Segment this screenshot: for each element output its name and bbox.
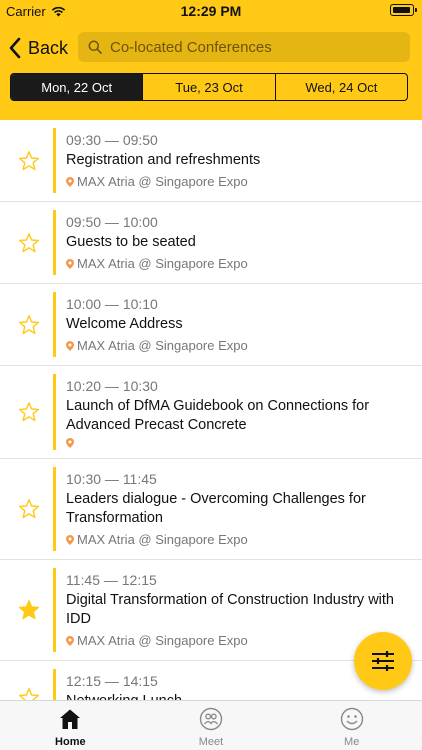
session-location xyxy=(66,438,406,448)
session-item[interactable]: 10:30 — 11:45 Leaders dialogue - Overcomi… xyxy=(0,459,422,560)
tab-meet[interactable]: Meet xyxy=(141,701,282,750)
search-input[interactable] xyxy=(110,38,400,56)
location-pin-icon xyxy=(66,535,74,545)
tab-me-label: Me xyxy=(344,736,360,748)
session-title: Digital Transformation of Construction I… xyxy=(66,592,394,627)
me-icon xyxy=(340,707,363,731)
session-time: 11:45 — 12:15 xyxy=(66,572,157,588)
tab-day-2[interactable]: Tue, 23 Oct xyxy=(142,74,274,100)
tab-day-3[interactable]: Wed, 24 Oct xyxy=(274,74,407,100)
session-body: 09:50 — 10:00 Guests to be seated MAX Atri… xyxy=(0,202,422,283)
session-time: 10:00 — 10:10 xyxy=(66,296,158,312)
location-pin-icon xyxy=(66,438,74,448)
session-title: Welcome Address xyxy=(66,316,183,332)
session-location-label: MAX Atria @ Singapore Expo xyxy=(77,532,248,547)
location-pin-icon xyxy=(66,636,74,646)
tab-day-1[interactable]: Mon, 22 Oct xyxy=(11,74,143,100)
star-outline-icon[interactable] xyxy=(18,687,40,701)
bottom-tab-bar: Home Meet Me xyxy=(0,700,422,750)
tab-meet-label: Meet xyxy=(198,736,224,748)
status-bar: Carrier 12:29 PM xyxy=(0,0,422,22)
filter-sliders-icon xyxy=(372,651,394,671)
star-outline-icon[interactable] xyxy=(18,498,40,520)
session-title: Launch of DfMA Guidebook on Connections … xyxy=(66,398,370,433)
back-button[interactable]: Back xyxy=(8,33,68,63)
session-accent-bar xyxy=(53,669,56,700)
session-body: 10:00 — 10:10 Welcome Address MAX Atria @ … xyxy=(0,284,422,365)
session-title: Guests to be seated xyxy=(66,234,196,250)
location-pin-icon xyxy=(66,177,74,187)
session-body: 10:30 — 11:45 Leaders dialogue - Overcomi… xyxy=(0,459,422,559)
session-title: Networking Lunch xyxy=(66,692,406,700)
star-filled-icon[interactable] xyxy=(18,599,40,621)
session-location: MAX Atria @ Singapore Expo xyxy=(66,255,406,273)
session-accent-bar xyxy=(53,568,56,652)
session-item[interactable]: 10:20 — 10:30 Launch of DfMA Guidebook on… xyxy=(0,366,422,459)
session-location-label: MAX Atria @ Singapore Expo xyxy=(77,174,248,189)
session-location: MAX Atria @ Singapore Expo xyxy=(66,337,406,355)
tab-home[interactable]: Home xyxy=(0,701,141,750)
status-time: 12:29 PM xyxy=(180,3,242,19)
session-location: MAX Atria @ Singapore Expo xyxy=(66,531,406,549)
tab-home-label: Home xyxy=(55,736,86,748)
star-outline-icon[interactable] xyxy=(18,232,40,254)
session-location: MAX Atria @ Singapore Expo xyxy=(66,173,406,191)
session-body: 10:20 — 10:30 Launch of DfMA Guidebook on… xyxy=(0,366,422,458)
session-time: 10:30 — 11:45 xyxy=(66,471,157,487)
battery-icon xyxy=(390,4,417,16)
session-body: 09:30 — 09:50 Registration and refreshmen… xyxy=(0,120,422,201)
session-item[interactable]: 09:50 — 10:00 Guests to be seated MAX Atri… xyxy=(0,202,422,284)
star-outline-icon[interactable] xyxy=(18,150,40,172)
session-time: 09:50 — 10:00 xyxy=(66,214,158,230)
session-accent-bar xyxy=(53,128,56,193)
session-time: 09:30 — 09:50 xyxy=(66,132,158,148)
session-location-label: MAX Atria @ Singapore Expo xyxy=(77,338,248,353)
chevron-left-icon xyxy=(9,37,21,59)
back-label: Back xyxy=(28,37,69,58)
session-accent-bar xyxy=(53,292,56,357)
home-icon xyxy=(60,709,81,729)
session-accent-bar xyxy=(53,374,56,450)
session-item[interactable]: 09:30 — 09:50 Registration and refreshmen… xyxy=(0,120,422,202)
top-bar: Carrier 12:29 PM Back Mon, 22 Oct Tue, 2… xyxy=(0,0,422,120)
session-location-label: MAX Atria @ Singapore Expo xyxy=(77,633,248,648)
day-tabs: Mon, 22 Oct Tue, 23 Oct Wed, 24 Oct xyxy=(10,73,408,101)
session-location-label: MAX Atria @ Singapore Expo xyxy=(77,256,248,271)
session-time: 10:20 — 10:30 xyxy=(66,378,158,394)
session-item[interactable]: 10:00 — 10:10 Welcome Address MAX Atria @ … xyxy=(0,284,422,366)
location-pin-icon xyxy=(66,341,74,351)
session-list[interactable]: 09:30 — 09:50 Registration and refreshmen… xyxy=(0,120,422,700)
search-icon xyxy=(88,40,102,54)
star-outline-icon[interactable] xyxy=(18,314,40,336)
filter-button[interactable] xyxy=(354,632,412,690)
search-field[interactable] xyxy=(78,32,410,62)
star-outline-icon[interactable] xyxy=(18,401,40,423)
location-pin-icon xyxy=(66,259,74,269)
session-accent-bar xyxy=(53,210,56,275)
session-title: Leaders dialogue - Overcoming Challenges… xyxy=(66,491,366,526)
session-title: Registration and refreshments xyxy=(66,152,261,168)
meet-icon xyxy=(199,707,223,731)
tab-me[interactable]: Me xyxy=(281,701,422,750)
session-time: 12:15 — 14:15 xyxy=(66,673,158,689)
session-accent-bar xyxy=(53,467,56,551)
session-location: MAX Atria @ Singapore Expo xyxy=(66,632,406,650)
